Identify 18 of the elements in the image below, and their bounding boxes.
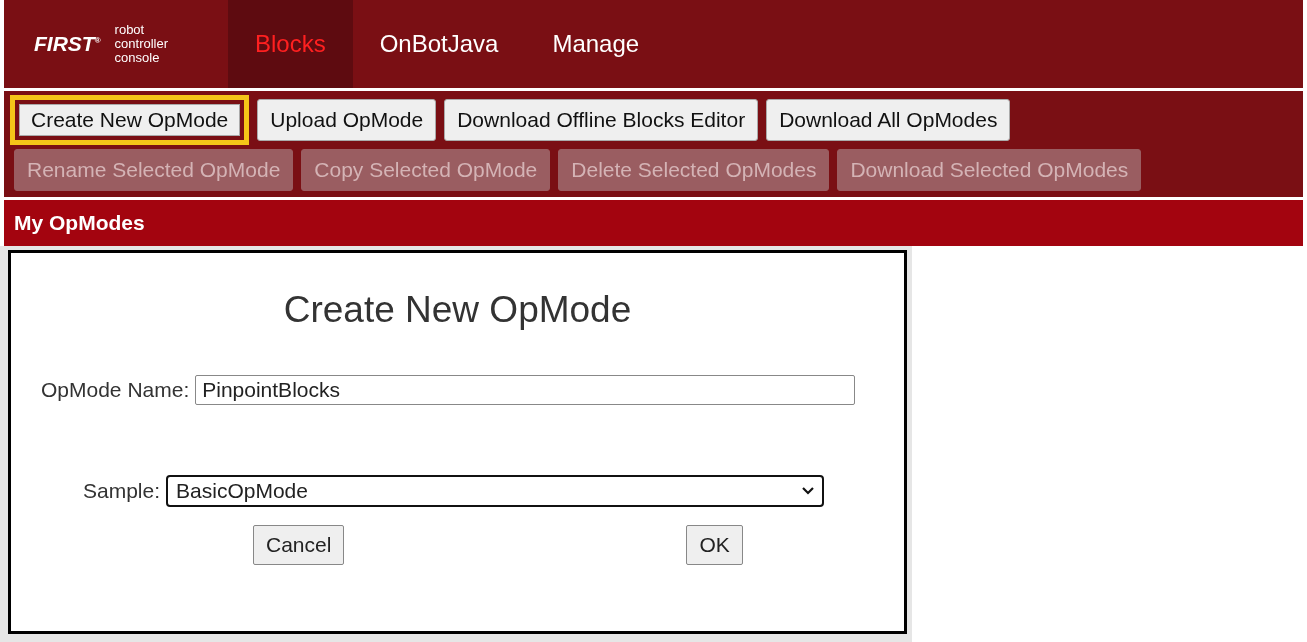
nav-tab[interactable]: Blocks [228, 0, 353, 88]
field-label: OpMode Name: [41, 378, 190, 402]
name-input[interactable]: PinpointBlocks [195, 375, 856, 405]
chevron-icon [802, 487, 815, 495]
sample-select[interactable]: BasicOpMode [166, 475, 825, 507]
nav-tab[interactable]: OnBotJava [352, 0, 526, 88]
logo-text: FIRST$^{®}$ [34, 32, 101, 56]
toolbar-button[interactable]: Upload OpMode [257, 99, 437, 141]
section-title: My OpModes [14, 211, 145, 235]
dialog-button[interactable]: OK [686, 525, 743, 565]
nav-tab[interactable]: Manage [525, 0, 667, 88]
field-label: Sample: [83, 479, 161, 503]
dialog-title: Create New OpMode [282, 289, 633, 331]
dialog-button[interactable]: Cancel [253, 525, 345, 565]
toolbar-button[interactable]: Download Offline Blocks Editor [444, 99, 759, 141]
toolbar-button[interactable]: Create New OpMode [10, 95, 250, 145]
toolbar-button[interactable]: Download All OpModes [766, 99, 1011, 141]
logo-subtitle: robot controller console [114, 23, 169, 65]
